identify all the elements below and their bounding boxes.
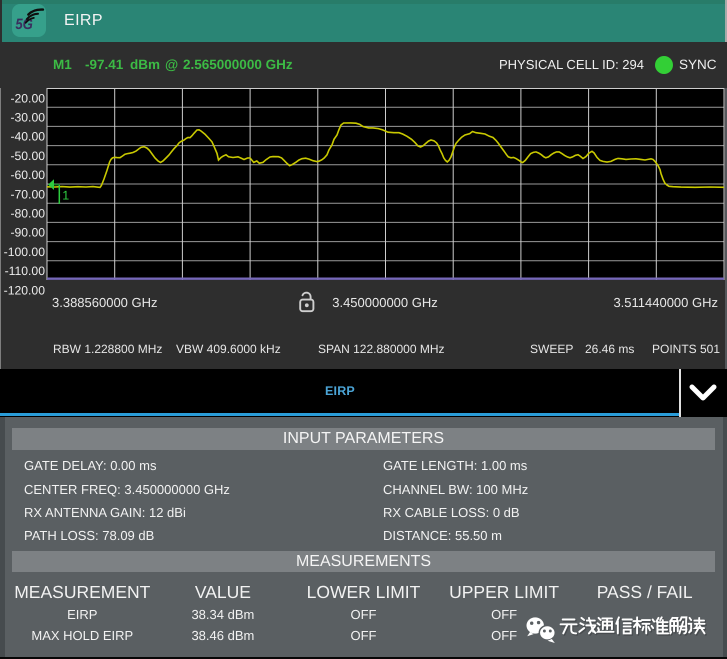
- svg-text:-90.00: -90.00: [10, 226, 45, 240]
- svg-text:-30.00: -30.00: [10, 111, 45, 125]
- svg-text:-120.00: -120.00: [4, 283, 46, 297]
- svg-text:-20.00: -20.00: [10, 91, 45, 105]
- svg-text:-80.00: -80.00: [10, 207, 45, 221]
- svg-text:-100.00: -100.00: [4, 245, 46, 259]
- svg-text:-60.00: -60.00: [10, 168, 45, 182]
- svg-text:-40.00: -40.00: [10, 130, 45, 144]
- svg-text:-50.00: -50.00: [10, 149, 45, 163]
- svg-text:-110.00: -110.00: [5, 264, 46, 278]
- svg-text:-70.00: -70.00: [10, 187, 45, 201]
- svg-text:1: 1: [62, 189, 69, 203]
